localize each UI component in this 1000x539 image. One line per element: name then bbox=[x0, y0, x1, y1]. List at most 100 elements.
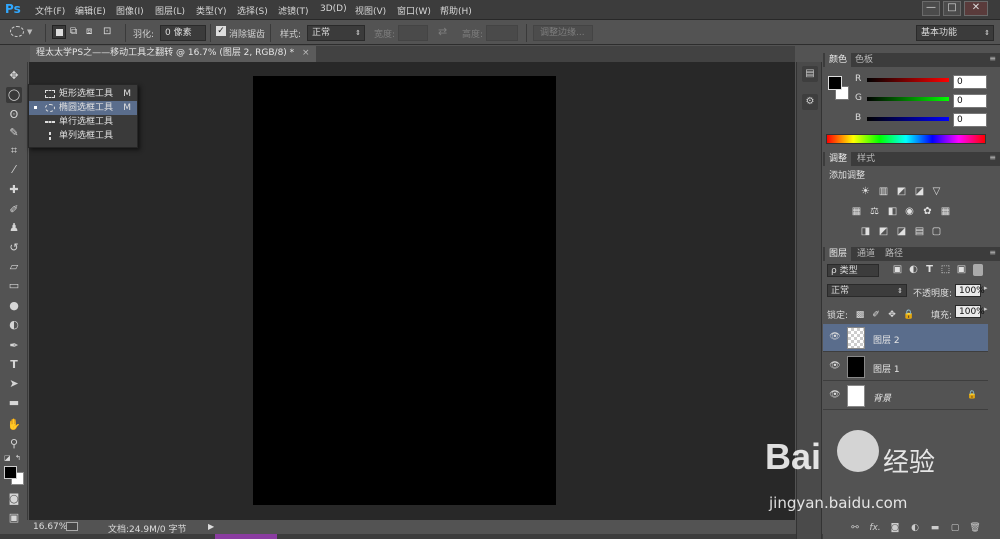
panel-menu-icon[interactable]: ≡ bbox=[989, 54, 996, 63]
refine-edge-button[interactable]: 调整边缘... bbox=[533, 25, 593, 41]
selective-color-icon[interactable]: ▢ bbox=[930, 226, 943, 238]
screen-mode-icon[interactable]: ▣ bbox=[6, 510, 22, 526]
filter-smart-object-icon[interactable]: ▣ bbox=[955, 264, 968, 276]
lasso-tool-icon[interactable]: ʘ bbox=[6, 107, 22, 123]
g-value-input[interactable]: 0 bbox=[953, 94, 987, 108]
mask-icon[interactable]: ◙ bbox=[889, 522, 901, 534]
rectangle-tool-icon[interactable]: ▬ bbox=[6, 395, 22, 411]
vibrance-icon[interactable]: ▽ bbox=[930, 186, 943, 198]
menu-help[interactable]: 帮助(H) bbox=[440, 4, 472, 17]
restore-button[interactable]: □ bbox=[943, 1, 961, 16]
tab-paths[interactable]: 路径 bbox=[881, 247, 907, 261]
flyout-item-single-row-marquee[interactable]: 单行选框工具 bbox=[29, 115, 137, 129]
layer-filter-select[interactable]: ρ 类型 bbox=[827, 264, 879, 277]
path-selection-tool-icon[interactable]: ➤ bbox=[6, 376, 22, 392]
default-colors-icon[interactable]: ◪ bbox=[4, 454, 11, 462]
tab-channels[interactable]: 通道 bbox=[853, 247, 879, 261]
lock-transparent-icon[interactable]: ▩ bbox=[855, 310, 865, 320]
layer-name[interactable]: 背景 bbox=[873, 391, 891, 404]
b-value-input[interactable]: 0 bbox=[953, 113, 987, 127]
layer-row[interactable]: 👁 图层 2 bbox=[823, 324, 988, 352]
height-input[interactable] bbox=[486, 25, 518, 41]
tab-layers[interactable]: 图层 bbox=[825, 247, 852, 261]
zoom-level[interactable]: 16.67% bbox=[33, 522, 67, 532]
flyout-item-single-column-marquee[interactable]: 单列选框工具 bbox=[29, 129, 137, 143]
properties-panel-icon[interactable]: ⚙ bbox=[802, 94, 818, 110]
panel-menu-icon[interactable]: ≡ bbox=[989, 248, 996, 257]
chevron-down-icon[interactable]: ▼ bbox=[27, 28, 32, 36]
swap-dimensions-icon[interactable]: ⇄ bbox=[438, 25, 447, 38]
opacity-arrow-icon[interactable]: ▸ bbox=[984, 284, 988, 292]
link-icon[interactable]: ⚯ bbox=[849, 522, 861, 534]
quick-selection-tool-icon[interactable]: ✎ bbox=[6, 125, 22, 141]
menu-view[interactable]: 视图(V) bbox=[355, 4, 386, 17]
foreground-color-swatch[interactable] bbox=[4, 466, 17, 479]
status-preview-icon[interactable] bbox=[66, 522, 78, 531]
b-slider[interactable] bbox=[867, 117, 949, 121]
style-select[interactable]: 正常 ⇕ bbox=[307, 25, 365, 41]
swap-colors-icon[interactable]: ↰ bbox=[15, 454, 21, 462]
curves-icon[interactable]: ◩ bbox=[895, 186, 908, 198]
document-tab[interactable]: 程太太学PS之——移动工具之翻转 @ 16.7% (图层 2, RGB/8) *… bbox=[30, 46, 316, 62]
fill-arrow-icon[interactable]: ▸ bbox=[984, 305, 988, 313]
status-menu-arrow[interactable]: ▶ bbox=[208, 522, 214, 531]
blur-tool-icon[interactable]: ● bbox=[6, 298, 22, 314]
menu-window[interactable]: 窗口(W) bbox=[397, 4, 431, 17]
invert-icon[interactable]: ◨ bbox=[859, 226, 872, 238]
intersect-selection-icon[interactable]: ⊡ bbox=[103, 26, 115, 38]
color-balance-icon[interactable]: ⚖ bbox=[868, 206, 881, 218]
panel-menu-icon[interactable]: ≡ bbox=[989, 153, 996, 162]
ellipse-marquee-preset-icon[interactable] bbox=[10, 26, 24, 37]
workspace-select[interactable]: 基本功能 ⇕ bbox=[916, 25, 994, 41]
filter-pixel-icon[interactable]: ▣ bbox=[891, 264, 904, 276]
history-panel-icon[interactable]: ▤ bbox=[802, 66, 818, 82]
g-slider[interactable] bbox=[867, 97, 949, 101]
healing-brush-tool-icon[interactable]: ✚ bbox=[6, 182, 22, 198]
close-button[interactable]: ✕ bbox=[964, 1, 988, 16]
brush-tool-icon[interactable]: ✐ bbox=[6, 202, 22, 218]
document-canvas[interactable] bbox=[253, 76, 556, 505]
lock-position-icon[interactable]: ✥ bbox=[887, 310, 897, 320]
subtract-from-selection-icon[interactable]: ⧈ bbox=[86, 26, 98, 38]
adjustment-layer-icon[interactable]: ◐ bbox=[909, 522, 921, 534]
antialias-checkbox[interactable]: ✓ bbox=[216, 26, 226, 36]
layer-name[interactable]: 图层 1 bbox=[873, 362, 900, 375]
brightness-icon[interactable]: ☀ bbox=[859, 186, 872, 198]
tab-swatches[interactable]: 色板 bbox=[851, 53, 877, 67]
black-white-icon[interactable]: ◧ bbox=[886, 206, 899, 218]
opacity-input[interactable]: 100% bbox=[955, 284, 985, 297]
color-foreground-swatch[interactable] bbox=[828, 76, 842, 90]
close-tab-icon[interactable]: × bbox=[302, 48, 310, 58]
new-selection-icon[interactable] bbox=[52, 25, 66, 39]
filter-type-icon[interactable]: T bbox=[923, 264, 936, 276]
hand-tool-icon[interactable]: ✋ bbox=[6, 417, 22, 433]
layer-row[interactable]: 👁 图层 1 bbox=[823, 353, 988, 381]
dodge-tool-icon[interactable]: ◐ bbox=[6, 317, 22, 333]
filter-shape-icon[interactable]: ⬚ bbox=[939, 264, 952, 276]
zoom-tool-icon[interactable]: ⚲ bbox=[6, 436, 22, 452]
minimize-button[interactable]: — bbox=[922, 1, 940, 16]
lock-all-icon[interactable]: 🔒 bbox=[903, 310, 914, 320]
r-value-input[interactable]: 0 bbox=[953, 75, 987, 89]
tab-color[interactable]: 颜色 bbox=[825, 53, 852, 67]
layer-name[interactable]: 图层 2 bbox=[873, 333, 900, 346]
menu-filter[interactable]: 滤镜(T) bbox=[278, 4, 309, 17]
tab-adjustments[interactable]: 调整 bbox=[825, 152, 852, 166]
visibility-eye-icon[interactable]: 👁 bbox=[829, 332, 841, 344]
move-tool-icon[interactable]: ✥ bbox=[6, 68, 22, 84]
layer-row[interactable]: 👁 背景 🔒 bbox=[823, 382, 988, 410]
clone-stamp-tool-icon[interactable]: ♟ bbox=[6, 220, 22, 236]
crop-tool-icon[interactable]: ⌗ bbox=[6, 143, 22, 159]
color-spectrum-bar[interactable] bbox=[826, 134, 986, 144]
filter-adjustment-icon[interactable]: ◐ bbox=[907, 264, 920, 276]
fill-input[interactable]: 100% bbox=[955, 305, 985, 318]
menu-file[interactable]: 文件(F) bbox=[35, 4, 65, 17]
menu-select[interactable]: 选择(S) bbox=[237, 4, 268, 17]
new-layer-icon[interactable]: ▢ bbox=[949, 522, 961, 534]
tab-styles[interactable]: 样式 bbox=[853, 152, 879, 166]
visibility-eye-icon[interactable]: 👁 bbox=[829, 390, 841, 402]
photo-filter-icon[interactable]: ◉ bbox=[903, 206, 916, 218]
menu-layer[interactable]: 图层(L) bbox=[155, 4, 185, 17]
threshold-icon[interactable]: ◪ bbox=[895, 226, 908, 238]
hue-saturation-icon[interactable]: ▦ bbox=[850, 206, 863, 218]
